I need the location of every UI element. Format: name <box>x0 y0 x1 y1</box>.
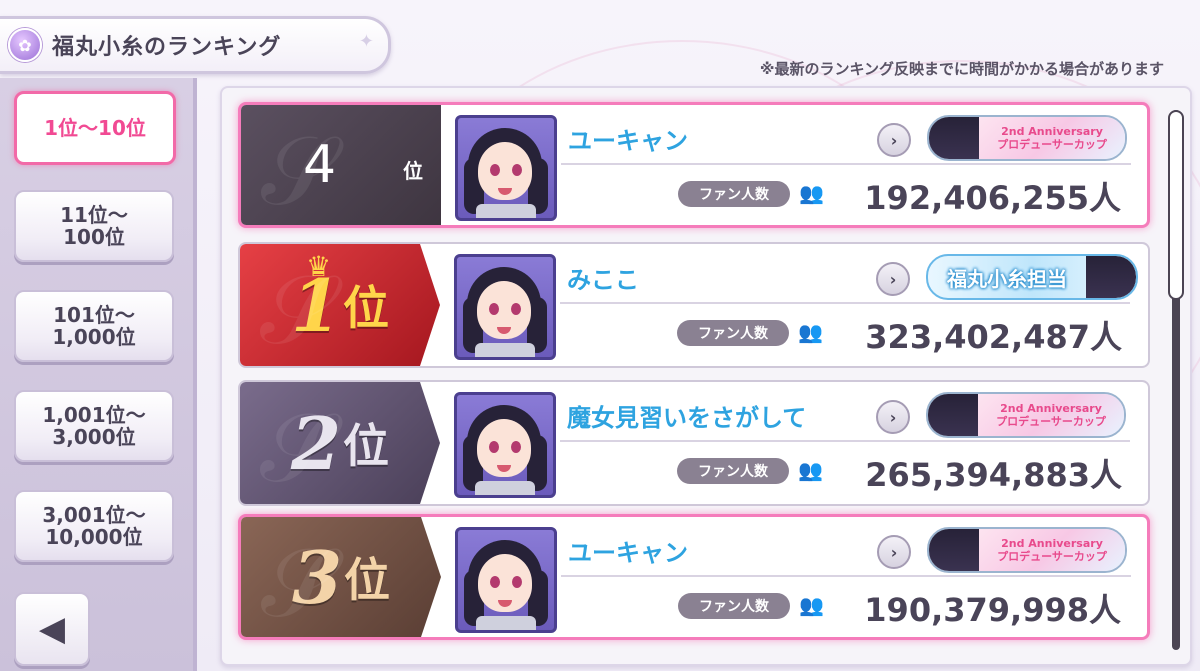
producer-name[interactable]: ユーキャン <box>568 533 688 568</box>
collar-shape <box>475 343 535 357</box>
fan-count: 192,406,255人 <box>864 179 1121 217</box>
badge-portrait <box>928 394 978 436</box>
fan-count-label: ファン人数 <box>678 593 790 619</box>
divider <box>560 440 1130 442</box>
rank-block: 𝒮 3 位 <box>241 517 441 637</box>
rank-block: 𝒮 4 位 <box>241 105 441 225</box>
profile-arrow-button[interactable]: › <box>877 123 911 157</box>
ranking-row[interactable]: 𝒮 ♛ 1 位 みここ › 福丸小糸担当 ファン人数 👥 323,402,487… <box>238 242 1150 368</box>
range-tab-11-100[interactable]: 11位〜 100位 <box>14 190 174 262</box>
divider <box>560 302 1130 304</box>
idol-icon: ✿ <box>8 28 42 62</box>
badge-portrait <box>929 529 979 571</box>
producer-avatar[interactable] <box>454 254 556 360</box>
range-tab-label: 1位〜10位 <box>44 116 146 140</box>
badge-text: 2nd Anniversary プロデューサーカップ <box>978 394 1124 436</box>
range-tab-1001-3000[interactable]: 1,001位〜 3,000位 <box>14 390 174 462</box>
people-icon: 👥 <box>799 593 824 617</box>
badge-text: 福丸小糸担当 <box>947 266 1067 291</box>
rank-block: 𝒮 ♛ 1 位 <box>240 244 440 366</box>
range-tab-label: 11位〜 100位 <box>60 203 128 249</box>
chevron-right-icon: › <box>889 407 897 427</box>
chevron-right-icon: › <box>890 542 898 562</box>
chevron-right-icon: › <box>889 269 897 289</box>
badge-line1: 2nd Anniversary <box>1001 125 1103 138</box>
badge-line1: 2nd Anniversary <box>1001 537 1103 550</box>
fan-count-label: ファン人数 <box>677 320 789 346</box>
collar-shape <box>475 481 535 495</box>
badge-text: 2nd Anniversary プロデューサーカップ <box>979 117 1125 159</box>
ranking-row[interactable]: 𝒮 3 位 ユーキャン › 2nd Anniversary プロデューサーカップ… <box>238 514 1150 640</box>
badge-text: 2nd Anniversary プロデューサーカップ <box>979 529 1125 571</box>
people-icon: 👥 <box>799 181 824 205</box>
page-title-tab: ✿ 福丸小糸のランキング ✦ <box>0 16 391 74</box>
title-badge: 福丸小糸担当 <box>926 254 1138 300</box>
fan-count: 190,379,998人 <box>864 591 1121 629</box>
title-badge: 2nd Anniversary プロデューサーカップ <box>926 392 1126 438</box>
chevron-right-icon: › <box>890 130 898 150</box>
ranking-row[interactable]: 𝒮 2 位 魔女見習いをさがして › 2nd Anniversary プロデュー… <box>238 380 1150 506</box>
profile-arrow-button[interactable]: › <box>877 535 911 569</box>
badge-line2: プロデューサーカップ <box>996 415 1106 428</box>
profile-arrow-button[interactable]: › <box>876 400 910 434</box>
divider <box>561 163 1131 165</box>
producer-avatar[interactable] <box>455 527 557 633</box>
fan-count: 265,394,883人 <box>865 456 1122 494</box>
rank-block: 𝒮 2 位 <box>240 382 440 504</box>
title-badge: 2nd Anniversary プロデューサーカップ <box>927 115 1127 161</box>
rank-number: 4 <box>303 135 337 195</box>
range-tab-label: 101位〜 1,000位 <box>52 303 136 349</box>
eye-shape <box>489 441 499 453</box>
eye-shape <box>511 441 521 453</box>
swan-emblem-icon: 𝒮 <box>260 392 335 504</box>
producer-name[interactable]: 魔女見習いをさがして <box>567 398 806 433</box>
eye-shape <box>512 576 522 588</box>
people-icon: 👥 <box>798 320 823 344</box>
back-button[interactable]: ◀ <box>14 592 90 666</box>
collar-shape <box>476 616 536 630</box>
range-tab-1-10[interactable]: 1位〜10位 <box>14 91 176 165</box>
scrollbar-thumb[interactable] <box>1168 110 1184 300</box>
eye-shape <box>489 303 499 315</box>
range-sidebar <box>0 78 197 671</box>
badge-line1: 2nd Anniversary <box>1000 402 1102 415</box>
range-tab-label: 1,001位〜 3,000位 <box>42 403 146 449</box>
badge-line2: プロデューサーカップ <box>997 550 1107 563</box>
rank-unit: 位 <box>403 159 423 183</box>
fan-count-label: ファン人数 <box>678 181 790 207</box>
producer-avatar[interactable] <box>454 392 556 498</box>
fan-count: 323,402,487人 <box>865 318 1122 356</box>
range-tab-3001-10000[interactable]: 3,001位〜 10,000位 <box>14 490 174 562</box>
title-badge: 2nd Anniversary プロデューサーカップ <box>927 527 1127 573</box>
badge-portrait <box>1086 256 1136 298</box>
swan-emblem-icon: 𝒮 <box>261 527 336 639</box>
producer-avatar[interactable] <box>455 115 557 221</box>
people-icon: 👥 <box>798 458 823 482</box>
page-title: 福丸小糸のランキング <box>52 35 282 60</box>
producer-name[interactable]: みここ <box>567 260 639 295</box>
crown-icon: ♛ <box>306 250 332 283</box>
arrow-left-icon: ◀ <box>38 609 66 649</box>
producer-name[interactable]: ユーキャン <box>568 121 688 156</box>
rank-unit: 位 <box>344 553 391 607</box>
notice-text: ※最新のランキング反映までに時間がかかる場合があります <box>759 60 1164 78</box>
sparkle-icon: ✦ <box>358 31 374 52</box>
fan-count-label: ファン人数 <box>677 458 789 484</box>
ranking-row[interactable]: 𝒮 4 位 ユーキャン › 2nd Anniversary プロデューサーカップ… <box>238 102 1150 228</box>
badge-portrait <box>929 117 979 159</box>
collar-shape <box>476 204 536 218</box>
rank-unit: 位 <box>343 419 390 473</box>
badge-line2: プロデューサーカップ <box>997 138 1107 151</box>
eye-shape <box>490 576 500 588</box>
eye-shape <box>490 164 500 176</box>
eye-shape <box>512 164 522 176</box>
profile-arrow-button[interactable]: › <box>876 262 910 296</box>
divider <box>561 575 1131 577</box>
range-tab-label: 3,001位〜 10,000位 <box>42 503 146 549</box>
range-tab-101-1000[interactable]: 101位〜 1,000位 <box>14 290 174 362</box>
rank-unit: 位 <box>343 281 390 335</box>
eye-shape <box>511 303 521 315</box>
